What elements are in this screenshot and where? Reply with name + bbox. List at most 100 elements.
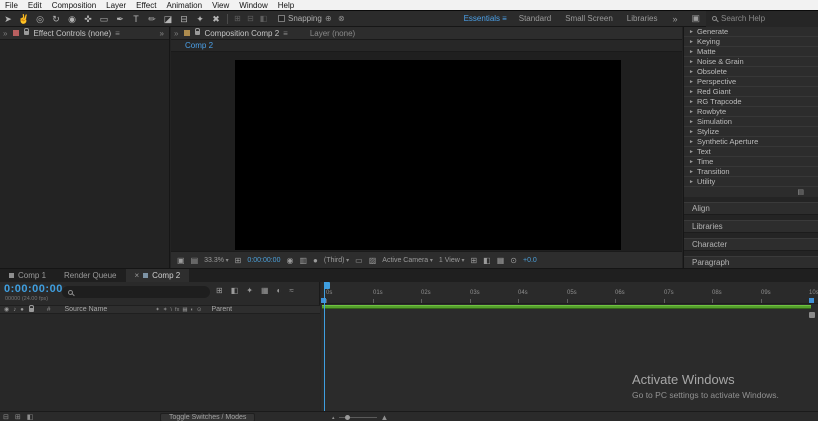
effects-category[interactable]: Time (684, 157, 818, 167)
menu-item-window[interactable]: Window (234, 0, 272, 11)
transparency-grid-icon[interactable]: ▨ (369, 256, 377, 265)
menu-item-edit[interactable]: Edit (23, 0, 47, 11)
timeline-tab-comp1[interactable]: Comp 1 (0, 269, 55, 282)
toggle-inout-icon[interactable]: ◧ (27, 412, 34, 421)
zoom-tool-icon[interactable]: ◎ (32, 11, 48, 27)
workspace-menu-icon[interactable]: ≡ (502, 14, 507, 23)
workspace-standard[interactable]: Standard (519, 14, 551, 23)
view-layout-dropdown[interactable]: 1 View (439, 257, 465, 264)
zoom-slider[interactable] (338, 415, 377, 420)
paragraph-panel-header[interactable]: Paragraph (684, 256, 818, 268)
effects-category[interactable]: Generate (684, 27, 818, 37)
channel-icon[interactable]: ● (313, 256, 318, 265)
track-lanes[interactable] (321, 310, 818, 411)
composition-header[interactable]: » Composition Comp 2 ≡ Layer (none) (171, 27, 682, 40)
graph-editor-icon[interactable]: ≈ (289, 286, 293, 295)
effects-category[interactable]: Noise & Grain (684, 57, 818, 67)
zoom-in-icon[interactable]: ▲ (381, 413, 389, 421)
align-panel-header[interactable]: Align (684, 202, 818, 215)
time-ruler[interactable]: 0s 01s 02s 03s 04s 05s 06s 07s 08s 09s 1… (321, 282, 818, 304)
puppet-pin-tool-icon[interactable]: ✖ (208, 11, 224, 27)
timeline-button-icon[interactable]: ▦ (497, 256, 505, 265)
comp-timecode[interactable]: 0:00:00:00 (247, 257, 280, 264)
snap-option-icon[interactable]: ⊗ (335, 14, 348, 23)
effects-category[interactable]: Utility (684, 177, 818, 187)
workspace-overflow-chevron[interactable]: » (672, 14, 677, 24)
motion-blur-icon[interactable]: ◐ (277, 286, 282, 295)
panel-chevron-icon[interactable]: » (3, 29, 7, 38)
fast-previews-icon[interactable]: ◧ (483, 256, 491, 265)
menu-item-animation[interactable]: Animation (161, 0, 207, 11)
effects-category[interactable]: Text (684, 147, 818, 157)
draft-3d-icon[interactable]: ◧ (231, 286, 239, 295)
collapse-icon[interactable]: ✶ (163, 307, 168, 313)
shape-tool-icon[interactable]: ▭ (96, 11, 112, 27)
exposure-value[interactable]: +0.0 (523, 257, 537, 264)
panel-chevron-icon[interactable]: » (174, 29, 178, 38)
toggle-layer-switches-icon[interactable]: ⊟ (3, 412, 9, 421)
flowchart-icon[interactable]: ⊙ (510, 256, 517, 265)
effects-category[interactable]: Perspective (684, 77, 818, 87)
comp-bar-icon[interactable]: ▣ (177, 256, 185, 265)
effects-category[interactable]: Matte (684, 47, 818, 57)
hide-shy-icon[interactable]: ✦ (246, 286, 253, 295)
adjustment-layer-icon[interactable]: ⊙ (197, 307, 202, 313)
panel-overflow-icon[interactable]: » (160, 29, 164, 38)
pen-tool-icon[interactable]: ✒ (112, 11, 128, 27)
effects-category[interactable]: Keying (684, 37, 818, 47)
menu-item-composition[interactable]: Composition (47, 0, 101, 11)
effects-fx-icon[interactable]: fx (175, 307, 179, 313)
effects-category[interactable]: Stylize (684, 127, 818, 137)
timeline-tab-comp2[interactable]: × Comp 2 (125, 269, 190, 282)
time-navigator-end-handle[interactable] (809, 298, 814, 303)
brush-tool-icon[interactable]: ✏ (144, 11, 160, 27)
comp-marker-bin-icon[interactable] (809, 312, 815, 318)
composition-tab-title[interactable]: Composition Comp 2 (204, 29, 279, 38)
new-preset-icon[interactable]: ▤ (797, 188, 804, 196)
menu-item-view[interactable]: View (207, 0, 234, 11)
menu-item-effect[interactable]: Effect (131, 0, 161, 11)
layer-tab[interactable]: Layer (none) (310, 29, 355, 38)
safe-zones-icon[interactable]: ⊞ (235, 256, 242, 265)
hand-tool-icon[interactable]: ✌ (16, 11, 32, 27)
close-icon[interactable]: × (135, 271, 140, 280)
camera-tool-icon[interactable]: ◉ (64, 11, 80, 27)
composition-canvas[interactable] (235, 60, 621, 250)
frame-blend-icon[interactable]: ▦ (182, 307, 187, 313)
menu-item-help[interactable]: Help (273, 0, 299, 11)
playhead-grip[interactable] (324, 282, 330, 289)
zoom-slider-handle[interactable] (344, 415, 350, 420)
effects-category[interactable]: Red Giant (684, 87, 818, 97)
eraser-tool-icon[interactable]: ⊟ (176, 11, 192, 27)
effects-category[interactable]: RG Trapcode (684, 97, 818, 107)
panel-menu-icon[interactable]: ≡ (283, 29, 288, 38)
workspace-panel-icon[interactable]: ▣ (691, 13, 700, 24)
motion-blur-switch-icon[interactable]: ◐ (191, 307, 194, 313)
pan-behind-tool-icon[interactable]: ✜ (80, 11, 96, 27)
quality-icon[interactable]: \ (171, 307, 173, 313)
type-tool-icon[interactable]: T (128, 11, 144, 27)
lock-icon[interactable] (195, 28, 201, 35)
magnification-dropdown[interactable]: 33.3% (204, 257, 229, 264)
source-name-column[interactable]: Source Name (65, 306, 108, 313)
workspace-small-screen[interactable]: Small Screen (565, 14, 613, 23)
roto-brush-tool-icon[interactable]: ✦ (192, 11, 208, 27)
solo-icon[interactable]: ● (20, 307, 24, 313)
rotation-tool-icon[interactable]: ↻ (48, 11, 64, 27)
work-area-bar[interactable] (322, 305, 811, 309)
resolution-dropdown[interactable]: (Third) (324, 257, 349, 264)
effect-controls-header[interactable]: » Effect Controls (none) ≡ » (0, 27, 169, 40)
workspace-essentials[interactable]: Essentials (464, 14, 500, 23)
viewer-tab-comp2[interactable]: Comp 2 (185, 41, 213, 50)
camera-view-dropdown[interactable]: Active Camera (382, 257, 433, 264)
timeline-tab-render-queue[interactable]: Render Queue (55, 269, 125, 282)
lock-icon[interactable] (24, 28, 30, 35)
effects-category[interactable]: Transition (684, 167, 818, 177)
effects-category[interactable]: Simulation (684, 117, 818, 127)
lock-icon[interactable] (28, 304, 34, 312)
toggle-switches-modes-button[interactable]: Toggle Switches / Modes (160, 413, 256, 421)
layer-list-area[interactable] (0, 314, 320, 411)
pixel-aspect-icon[interactable]: ⊞ (470, 256, 477, 265)
current-timecode[interactable]: 0:00:00:00 (4, 283, 63, 295)
comp-bar-icon[interactable]: ▤ (191, 256, 199, 265)
